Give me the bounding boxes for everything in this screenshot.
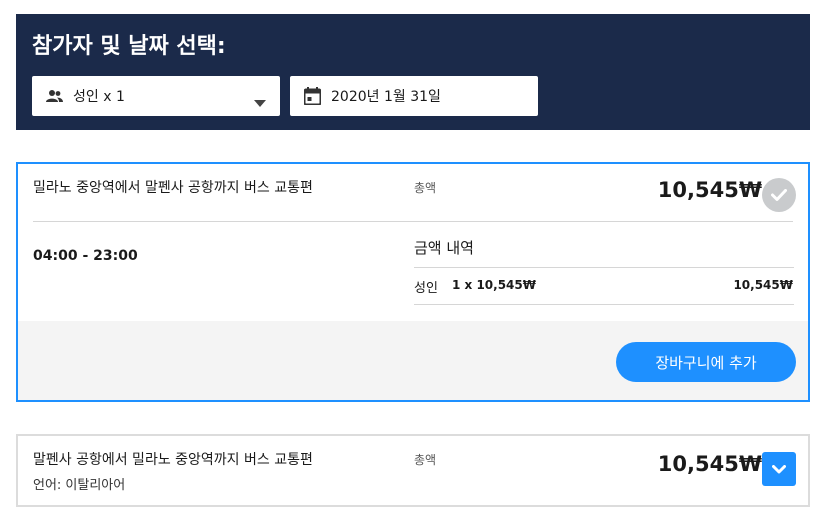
participants-value: 성인 x 1 <box>73 89 125 105</box>
tour-option-title: 밀라노 중앙역에서 말펜사 공항까지 버스 교통편 <box>33 180 313 196</box>
chevron-down-icon <box>772 464 786 473</box>
total-price: 10,545₩ <box>657 452 762 476</box>
calendar-icon <box>303 87 321 105</box>
tour-option-card[interactable]: 말펜사 공항에서 밀라노 중앙역까지 버스 교통편 언어: 이탈리아어 총액 1… <box>16 434 810 507</box>
price-breakdown-title: 금액 내역 <box>414 239 474 257</box>
picker-title: 참가자 및 날짜 선택: <box>32 34 226 59</box>
users-icon <box>45 87 63 105</box>
divider <box>414 267 794 268</box>
total-label: 총액 <box>414 453 437 467</box>
participants-dropdown[interactable]: 성인 x 1 <box>32 76 280 116</box>
chevron-down-icon <box>254 92 266 111</box>
breakdown-row-label: 성인 <box>414 281 438 296</box>
expand-option-button[interactable] <box>762 452 796 486</box>
tour-option-title: 말펜사 공항에서 밀라노 중앙역까지 버스 교통편 <box>33 452 313 468</box>
breakdown-row-quantity: 1 x 10,545₩ <box>452 278 536 292</box>
cart-action-area: 장바구니에 추가 <box>18 321 808 400</box>
time-range: 04:00 - 23:00 <box>33 248 138 264</box>
tour-option-card: 밀라노 중앙역에서 말펜사 공항까지 버스 교통편 총액 10,545₩ 04:… <box>16 162 810 402</box>
date-value: 2020년 1월 31일 <box>331 89 441 105</box>
check-icon <box>771 189 787 201</box>
tour-option-language: 언어: 이탈리아어 <box>33 478 126 493</box>
add-to-cart-button[interactable]: 장바구니에 추가 <box>616 342 796 382</box>
divider <box>33 221 793 222</box>
breakdown-row-amount: 10,545₩ <box>733 278 793 292</box>
total-price: 10,545₩ <box>657 178 762 202</box>
total-label: 총액 <box>414 181 437 195</box>
divider <box>414 304 794 305</box>
select-option-check[interactable] <box>762 178 796 212</box>
date-picker-field[interactable]: 2020년 1월 31일 <box>290 76 538 116</box>
participants-date-picker: 참가자 및 날짜 선택: 성인 x 1 2020년 1월 31일 <box>16 14 810 130</box>
